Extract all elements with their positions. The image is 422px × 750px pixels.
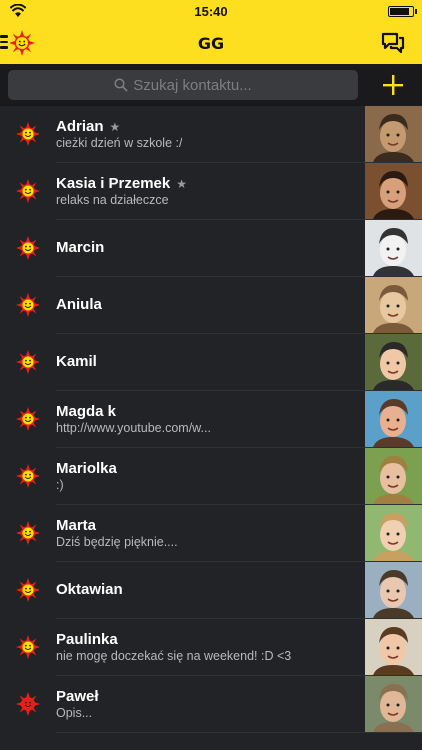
contact-row[interactable]: Kamil — [0, 334, 422, 391]
contact-name-line: Paulinka — [56, 631, 118, 648]
contact-description: Dziś będzię pięknie.... — [56, 535, 178, 549]
available-status-icon — [16, 122, 40, 146]
contact-name-line: Paweł — [56, 688, 99, 705]
contact-name-line: Marcin — [56, 239, 104, 256]
search-placeholder: Szukaj kontaktu... — [133, 76, 252, 94]
contact-description: :) — [56, 478, 64, 492]
contact-name-line: Oktawian — [56, 581, 123, 598]
contact-row[interactable]: Paulinka nie mogę doczekać się na weekend… — [0, 619, 422, 676]
contact-name-line: Marta — [56, 517, 96, 534]
contact-avatar — [365, 163, 422, 219]
contact-row[interactable]: Marta Dziś będzię pięknie.... — [0, 505, 422, 562]
available-status-icon — [16, 179, 40, 203]
search-icon — [114, 78, 128, 92]
wifi-icon — [10, 4, 26, 17]
contact-description: http://www.youtube.com/w... — [56, 421, 211, 435]
available-status-icon — [16, 635, 40, 659]
contact-row[interactable]: Aniula — [0, 277, 422, 334]
menu-button[interactable] — [0, 28, 40, 58]
available-status-icon — [16, 407, 40, 431]
contact-row[interactable]: Oktawian — [0, 562, 422, 619]
contact-avatar — [365, 277, 422, 333]
menu-icon — [0, 35, 8, 49]
contact-name-line: Kamil — [56, 353, 97, 370]
contact-description: cieżki dzień w szkole :/ — [56, 136, 183, 150]
available-status-icon — [16, 521, 40, 545]
search-input[interactable]: Szukaj kontaktu... — [8, 70, 358, 100]
contact-row[interactable]: Kasia i Przemek ★ relaks na działeczce — [0, 163, 422, 220]
contact-name: Kamil — [56, 353, 97, 370]
search-bar: Szukaj kontaktu... — [0, 64, 422, 106]
favorite-star-icon: ★ — [176, 176, 188, 191]
available-status-icon — [16, 350, 40, 374]
contact-avatar — [365, 562, 422, 618]
contact-avatar — [365, 619, 422, 675]
contact-description: relaks na działeczce — [56, 193, 169, 207]
contact-name: Paulinka — [56, 631, 118, 648]
status-time: 15:40 — [194, 3, 228, 19]
battery-icon — [388, 6, 417, 17]
contact-name: Adrian — [56, 118, 104, 135]
contact-name-line: Magda k — [56, 403, 116, 420]
contact-row[interactable]: Magda k http://www.youtube.com/w... — [0, 391, 422, 448]
contact-avatar — [365, 676, 422, 732]
contact-name: Paweł — [56, 688, 99, 705]
page-title: GG — [197, 33, 225, 53]
contact-name-line: Aniula — [56, 296, 102, 313]
available-status-icon — [16, 464, 40, 488]
contact-avatar — [365, 220, 422, 276]
contact-name: Aniula — [56, 296, 102, 313]
contact-name-line: Mariolka — [56, 460, 117, 477]
busy-status-icon — [16, 692, 40, 716]
contact-name: Kasia i Przemek — [56, 175, 171, 192]
contact-avatar — [365, 391, 422, 447]
contact-row[interactable]: Marcin — [0, 220, 422, 277]
contact-row[interactable]: Mariolka:) — [0, 448, 422, 505]
contact-name: Marta — [56, 517, 97, 534]
contact-description: Opis... — [56, 706, 93, 720]
contact-avatar — [365, 448, 422, 504]
contact-name: Marcin — [56, 239, 105, 256]
contact-avatar — [365, 505, 422, 561]
available-status-icon — [16, 578, 40, 602]
contact-list: Adrian ★ cieżki dzień w szkole :/ Kasia i P… — [0, 106, 422, 733]
contact-name: Magda k — [56, 403, 117, 420]
contact-row[interactable]: Paweł Opis... — [0, 676, 422, 733]
contact-row[interactable]: Adrian ★ cieżki dzień w szkole :/ — [0, 106, 422, 163]
contact-name: Oktawian — [56, 581, 123, 598]
contact-avatar — [365, 334, 422, 390]
nav-bar: GG — [0, 22, 422, 64]
contact-avatar — [365, 106, 422, 162]
plus-icon[interactable] — [382, 74, 404, 96]
contact-name: Mariolka — [56, 460, 117, 477]
gg-sun-icon — [9, 30, 35, 56]
status-bar: 15:40 — [0, 0, 422, 22]
contact-description: nie mogę doczekać się na weekend! :D <3 — [56, 649, 292, 663]
available-status-icon — [16, 236, 40, 260]
row-divider — [56, 732, 422, 733]
new-chat-icon[interactable] — [380, 31, 406, 55]
contact-name-line: Adrian ★ — [56, 118, 120, 135]
contact-name-line: Kasia i Przemek ★ — [56, 175, 187, 192]
available-status-icon — [16, 293, 40, 317]
favorite-star-icon: ★ — [109, 119, 121, 134]
